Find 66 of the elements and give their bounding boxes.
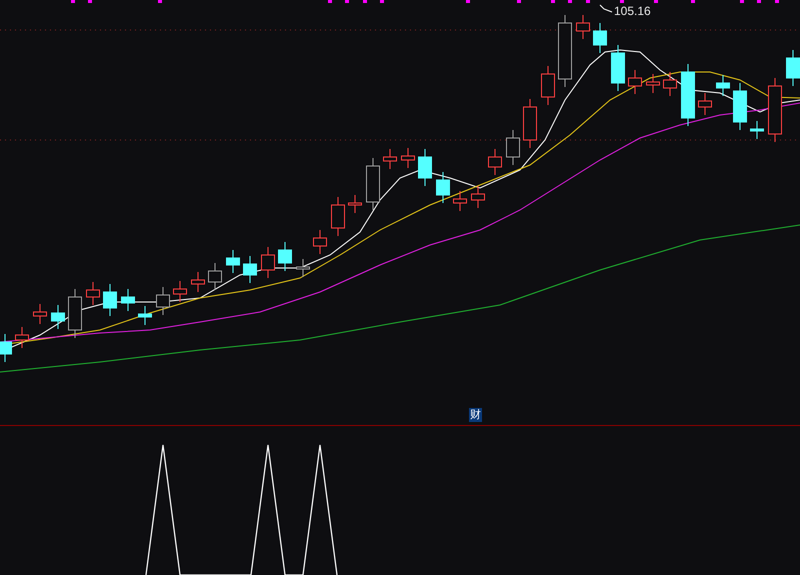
candlestick (15, 326, 29, 348)
time-marker (568, 0, 572, 3)
candlestick (628, 70, 642, 94)
indicator-label: 财 (469, 408, 482, 422)
time-marker (158, 0, 162, 3)
candlestick (541, 66, 555, 106)
time-marker (88, 0, 92, 3)
candlestick (681, 64, 695, 126)
candlestick (86, 282, 100, 306)
candlestick (593, 22, 607, 54)
time-marker (775, 0, 779, 3)
candlestick (68, 288, 82, 338)
time-marker (71, 0, 75, 3)
candlestick (226, 250, 240, 274)
candlestick (453, 190, 467, 212)
candlestick (331, 196, 345, 236)
candlestick (173, 280, 187, 302)
candlestick (401, 148, 415, 168)
time-marker (691, 0, 695, 3)
time-marker (551, 0, 555, 3)
candlestick (663, 72, 677, 96)
candlestick (313, 230, 327, 254)
candlestick (103, 284, 117, 316)
price-high-label: 105.16 (614, 4, 651, 18)
candlestick (366, 158, 380, 210)
time-marker (517, 0, 521, 3)
candlestick (296, 258, 310, 278)
candlestick (506, 130, 520, 166)
candlestick (383, 148, 397, 170)
candlestick (243, 256, 257, 284)
time-marker (380, 0, 384, 3)
candlestick (138, 306, 152, 326)
candlestick (0, 334, 12, 362)
candlestick (523, 98, 537, 148)
leader-line (600, 4, 612, 12)
time-marker (654, 0, 658, 3)
time-marker (328, 0, 332, 3)
time-marker (466, 0, 470, 3)
candlestick (646, 74, 660, 94)
time-marker (345, 0, 349, 3)
candlestick (121, 288, 135, 312)
candlestick (436, 172, 450, 204)
candlestick (278, 242, 292, 272)
candlestick (733, 82, 747, 130)
time-marker (757, 0, 761, 3)
candlestick (156, 286, 170, 316)
candlestick (716, 74, 730, 96)
time-marker (586, 0, 590, 3)
candlestick (33, 304, 47, 324)
time-marker (363, 0, 367, 3)
candlestick (51, 304, 65, 330)
candlestick (348, 194, 362, 214)
candlestick (191, 272, 205, 292)
candlestick (768, 78, 782, 142)
time-marker (620, 0, 624, 3)
candlestick (471, 186, 485, 208)
candlestick (698, 92, 712, 116)
candlestick (488, 148, 502, 176)
candlestick (576, 14, 590, 40)
candlestick (786, 50, 800, 86)
time-marker (740, 0, 744, 3)
candlestick (261, 246, 275, 278)
candlestick (418, 148, 432, 186)
candlestick (611, 44, 625, 92)
candlestick (750, 120, 764, 140)
candlestick (208, 262, 222, 290)
